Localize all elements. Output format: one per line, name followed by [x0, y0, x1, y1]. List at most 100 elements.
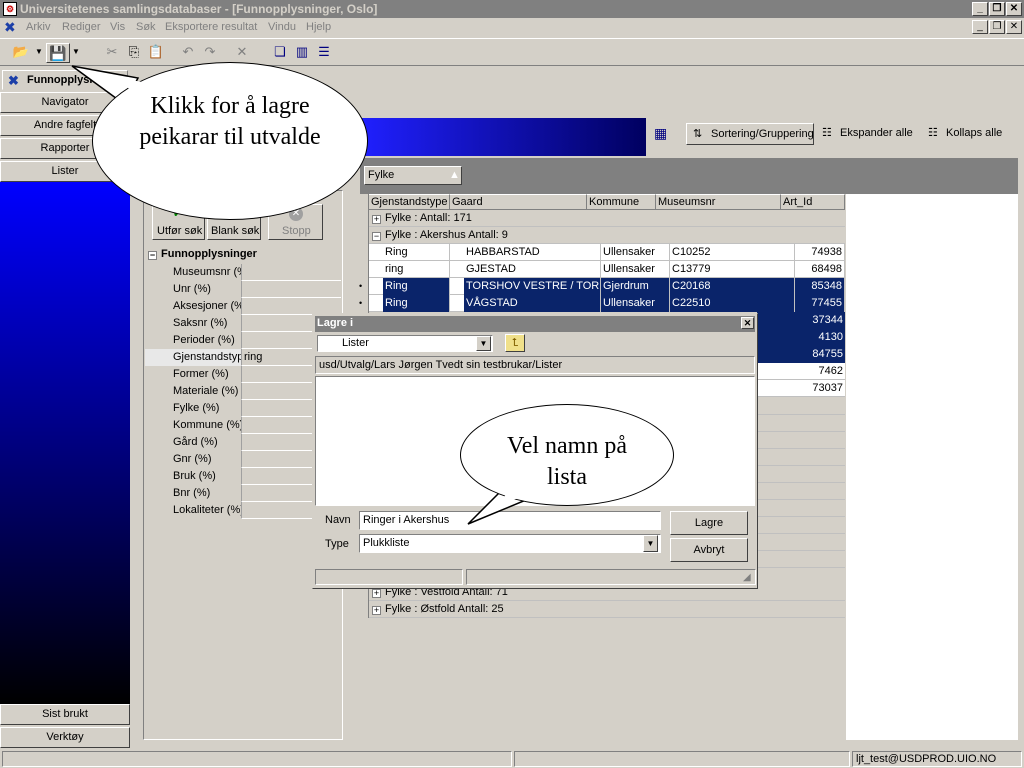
menu-hjelp[interactable]: Hjelp [306, 21, 331, 33]
menu-eksportere[interactable]: Eksportere resultat [165, 21, 257, 33]
stop-label: Stopp [282, 225, 311, 237]
mdi-minimize-icon[interactable]: _ [972, 20, 988, 34]
delete-icon[interactable]: ✕ [232, 43, 252, 63]
tile-vertical-icon[interactable]: ▥ [292, 43, 312, 63]
window-title: Universitetenes samlingsdatabaser - [Fun… [20, 2, 378, 16]
close-icon[interactable]: ✕ [1006, 2, 1022, 16]
callout-name-tip: Vel namn på lista [460, 404, 674, 506]
resize-grip-icon[interactable]: ◢ [743, 572, 751, 583]
menu-bar: ✖ Arkiv Rediger Vis Søk Eksportere resul… [0, 18, 1024, 37]
menu-sok[interactable]: Søk [136, 21, 156, 33]
mdi-restore-icon[interactable]: ❐ [989, 20, 1005, 34]
undo-icon[interactable]: ↶ [178, 43, 198, 63]
table-cell-art-id: 85348 [795, 278, 845, 295]
menu-arkiv[interactable]: Arkiv [26, 21, 50, 33]
col-gaard[interactable]: Gaard [450, 194, 587, 210]
expand-icon[interactable]: + [372, 215, 381, 224]
nav-sist-brukt[interactable]: Sist brukt [0, 704, 130, 725]
table-cell-gaard: TORSHOV VESTRE / TOR [464, 278, 601, 295]
group-label: Fylke : Antall: 171 [385, 212, 472, 224]
col-kommune[interactable]: Kommune [587, 194, 656, 210]
sort-group-button[interactable]: ⇅ Sortering/Gruppering [686, 123, 814, 145]
cascade-icon[interactable]: ❏ [270, 43, 290, 63]
table-cell-gaard: GJESTAD [464, 261, 601, 278]
row-indicator-icon: • [359, 281, 363, 291]
col-gjenstandstype[interactable]: Gjenstandstype [369, 194, 450, 210]
search-field-label: Gnr (%) [173, 453, 212, 465]
collapse-all-icon: ☷ [928, 127, 938, 139]
table-cell-art-id: 77455 [795, 295, 845, 312]
status-pane-2 [514, 751, 850, 767]
type-select[interactable]: Plukkliste ▼ [359, 534, 661, 553]
group-row[interactable]: − Fylke : Akershus Antall: 9 [369, 227, 845, 244]
table-cell-kommune: Ullensaker [601, 261, 670, 278]
path-display: usd/Utvalg/Lars Jørgen Tvedt sin testbru… [315, 356, 755, 374]
expand-icon: ☷ [822, 127, 832, 139]
expand-icon[interactable]: + [372, 606, 381, 615]
search-field[interactable]: Unr (%) [145, 281, 341, 298]
title-bar: ⚙ Universitetenes samlingsdatabaser - [F… [0, 0, 1024, 18]
search-field-label: Museumsnr (% [173, 266, 241, 278]
search-group-header[interactable]: − Funnopplysninger [145, 247, 341, 263]
dialog-title: Lagre i ✕ [315, 316, 755, 332]
table-cell-kommune: Ullensaker [601, 244, 670, 261]
open-dropdown-icon[interactable]: ▼ [34, 43, 44, 63]
redo-icon[interactable]: ↷ [200, 43, 220, 63]
menu-vis[interactable]: Vis [110, 21, 125, 33]
nav-verktoy[interactable]: Verktøy [0, 727, 130, 748]
blank-search-label: Blank søk [211, 225, 260, 237]
table-row[interactable]: ring GJESTAD Ullensaker C13779 68498 [369, 261, 845, 278]
save-button[interactable]: Lagre [670, 511, 748, 535]
table-cell-art-id: 68498 [795, 261, 845, 278]
group-row[interactable]: + Fylke : Østfold Antall: 25 [369, 601, 845, 618]
table-cell-type: Ring [383, 244, 450, 261]
grid-view-icon[interactable]: ▦ [654, 123, 667, 145]
search-field[interactable]: Museumsnr (% [145, 264, 341, 281]
collapse-icon[interactable]: − [372, 232, 381, 241]
menu-rediger[interactable]: Rediger [62, 21, 101, 33]
grid-empty-area [846, 194, 1018, 740]
minimize-icon[interactable]: _ [972, 2, 988, 16]
sort-asc-icon: ▲ [449, 169, 460, 181]
table-cell-type: ring [383, 261, 450, 278]
expand-icon[interactable]: + [372, 589, 381, 598]
dialog-status-left [315, 569, 463, 585]
restore-icon[interactable]: ❐ [989, 2, 1005, 16]
search-field-label: Former (%) [173, 368, 229, 380]
location-select[interactable]: Lister ▼ [317, 335, 493, 352]
table-cell-kommune: Gjerdrum [601, 278, 670, 295]
grid-collapsed-area [758, 398, 845, 584]
search-field-value[interactable] [241, 264, 341, 281]
art-id-cell: 73037 [757, 380, 845, 397]
mdi-close-icon[interactable]: ✕ [1006, 20, 1022, 34]
dialog-close-icon[interactable]: ✕ [741, 317, 754, 329]
group-by-chip[interactable]: Fylke ▲ [364, 166, 462, 185]
col-art-id[interactable]: Art_Id [781, 194, 845, 210]
dialog-status-right [466, 569, 756, 585]
col-museumsnr[interactable]: Museumsnr [656, 194, 781, 210]
table-cell-gaard: HABBARSTAD [464, 244, 601, 261]
chevron-down-icon[interactable]: ▼ [643, 535, 658, 552]
table-row[interactable]: Ring TORSHOV VESTRE / TOR Gjerdrum C20168 85… [359, 278, 845, 295]
menu-vindu[interactable]: Vindu [268, 21, 296, 33]
search-field-value[interactable] [241, 281, 341, 298]
collapse-icon[interactable]: − [148, 251, 157, 260]
table-row[interactable]: Ring VÅGSTAD Ullensaker C22510 77455 • [359, 295, 845, 312]
status-user: ljt_test@USDPROD.UIO.NO [852, 751, 1022, 767]
callout-name-text: Vel namn på lista [507, 433, 627, 490]
chevron-down-icon[interactable]: ▼ [476, 336, 491, 351]
table-row[interactable]: Ring HABBARSTAD Ullensaker C10252 74938 [369, 244, 845, 261]
search-field-label: Kommune (%) [173, 419, 241, 431]
dialog-title-text: Lagre i [317, 317, 354, 329]
cancel-button[interactable]: Avbryt [670, 538, 748, 562]
open-icon[interactable]: 📂 [10, 43, 32, 63]
folder-up-icon[interactable]: ⮤ [505, 334, 525, 352]
expand-all-button[interactable]: ☷ Ekspander alle [820, 123, 913, 145]
tile-horizontal-icon[interactable]: ☰ [314, 43, 334, 63]
status-pane-1 [2, 751, 512, 767]
table-cell-art-id: 74938 [795, 244, 845, 261]
nav-panel [0, 182, 130, 704]
callout-save-tail-cover [120, 78, 142, 100]
group-row[interactable]: + Fylke : Antall: 171 [369, 210, 845, 227]
collapse-all-button[interactable]: ☷ Kollaps alle [926, 123, 1002, 145]
